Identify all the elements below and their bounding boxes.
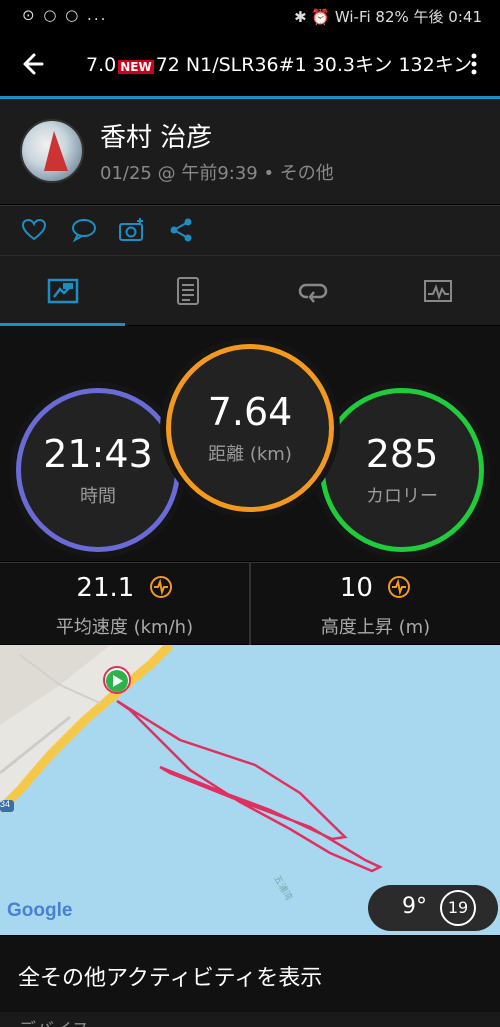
time-value: 21:43	[43, 432, 153, 476]
status-bar: ⊙ ○ ○ ... ✱ ⏰ Wi-Fi 82% 午後 0:41	[0, 0, 500, 32]
avatar[interactable]	[20, 119, 84, 183]
device-section-title: デバイス	[18, 1016, 89, 1027]
view-all-activities[interactable]: 全その他アクティビティを表示	[0, 936, 500, 1012]
activity-title: 7.0 NEW 72 N1/SLR36#1 30.3キン 132キン	[86, 50, 472, 77]
google-logo-text: Google	[7, 900, 73, 921]
stats-panel: 21:43 時間 285 カロリー 7.64 距離 (km)	[0, 326, 500, 561]
activity-date-type: 01/25 @ 午前9:39 • その他	[100, 163, 334, 184]
status-left-icons: ⊙ ○ ○ ...	[22, 6, 108, 24]
avg-speed-value: 21.1	[76, 573, 135, 603]
elevation-metric[interactable]: 10 高度上昇 (m)	[251, 563, 500, 645]
back-arrow-icon[interactable]	[20, 46, 50, 82]
distance-label: 距離 (km)	[208, 444, 292, 465]
tab-graphs[interactable]	[375, 256, 500, 326]
avg-speed-label: 平均速度 (km/h)	[55, 617, 194, 638]
tab-summary[interactable]	[0, 256, 125, 326]
title-prefix: 7.0	[86, 54, 117, 76]
avg-speed-metric[interactable]: 21.1 平均速度 (km/h)	[0, 563, 249, 645]
temperature-value: 9°	[402, 894, 427, 919]
weather-badge[interactable]: 9° 19	[368, 885, 498, 931]
calories-stat: 285 カロリー	[320, 388, 484, 552]
calories-label: カロリー	[366, 486, 438, 507]
distance-stat: 7.64 距離 (km)	[166, 344, 334, 512]
overflow-menu-icon[interactable]	[464, 46, 484, 82]
time-stat: 21:43 時間	[16, 388, 180, 552]
route-number-badge: 34	[0, 799, 11, 809]
profile-header: 香村 治彦 01/25 @ 午前9:39 • その他	[0, 99, 500, 204]
share-icon[interactable]	[168, 216, 196, 244]
title-suffix: 72 N1/SLR36#1 30.3キン 132キン	[155, 54, 473, 76]
calories-value: 285	[365, 432, 439, 476]
device-section: デバイス	[0, 1012, 500, 1027]
user-name: 香村 治彦	[100, 123, 213, 153]
new-badge: NEW	[118, 60, 154, 74]
heart-icon[interactable]	[20, 216, 48, 244]
loop-icon	[298, 283, 327, 303]
status-right-info: ✱ ⏰ Wi-Fi 82% 午後 0:41	[294, 8, 482, 26]
tab-splits[interactable]	[250, 256, 375, 326]
pulse-badge-icon	[149, 576, 172, 598]
time-label: 時間	[80, 486, 116, 507]
view-all-activities-label: 全その他アクティビティを表示	[18, 966, 323, 991]
elevation-value: 10	[339, 573, 373, 603]
elevation-label: 高度上昇 (m)	[320, 617, 431, 638]
flag-chart-icon	[47, 278, 78, 304]
comment-icon[interactable]	[70, 216, 98, 244]
list-icon	[176, 277, 199, 305]
tab-laps[interactable]	[125, 256, 250, 326]
wind-speed-icon: 19	[440, 890, 476, 926]
pulse-badge-icon	[388, 576, 411, 598]
route-map[interactable]: 34 五浦湾 Google 9° 19	[0, 645, 500, 935]
google-logo: Google	[7, 900, 72, 922]
action-bar	[0, 205, 500, 255]
graph-icon	[423, 280, 452, 302]
tab-bar	[0, 255, 500, 326]
app-bar: 7.0 NEW 72 N1/SLR36#1 30.3キン 132キン	[0, 32, 500, 96]
camera-add-icon[interactable]	[118, 216, 146, 244]
metrics-row: 21.1 平均速度 (km/h) 10 高度上昇 (m)	[0, 562, 500, 645]
distance-value: 7.64	[207, 390, 293, 434]
activity-route	[116, 699, 383, 873]
